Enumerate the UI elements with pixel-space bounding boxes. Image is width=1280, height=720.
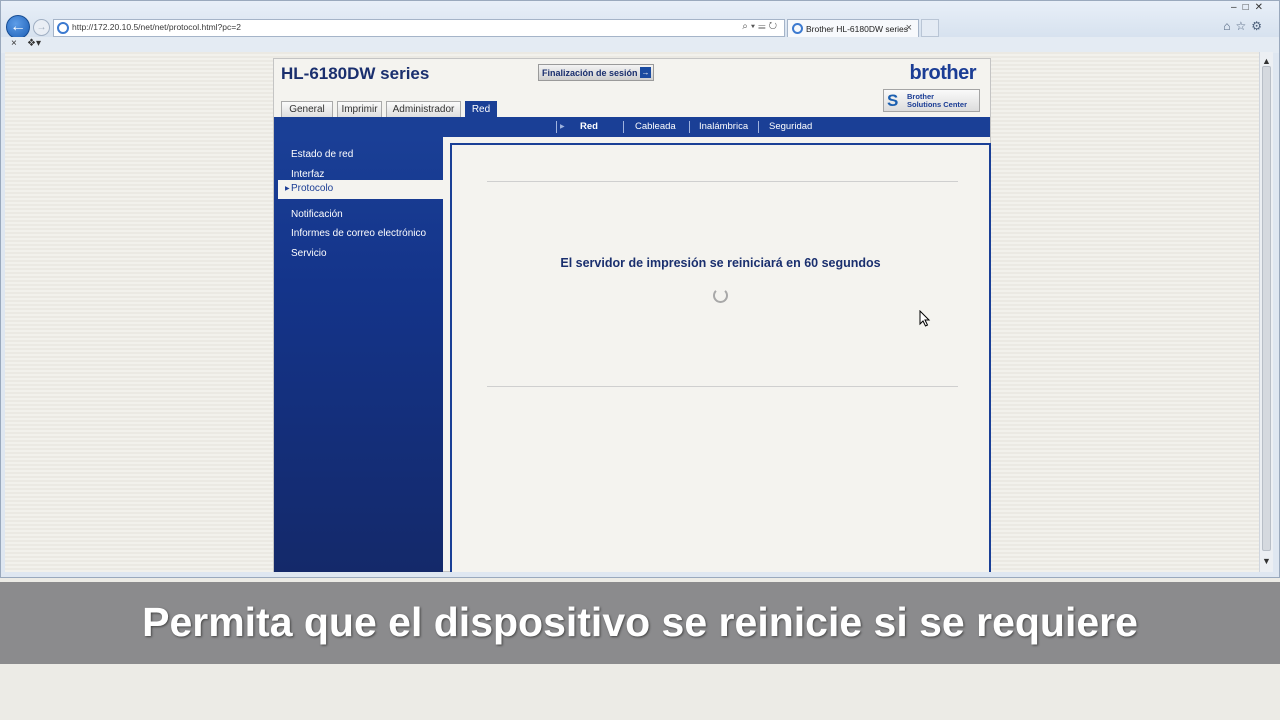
content-divider bbox=[487, 181, 958, 182]
forward-button[interactable]: → bbox=[33, 19, 50, 36]
home-icon[interactable]: ⌂ bbox=[1223, 19, 1235, 33]
close-window-icon[interactable]: ✕ bbox=[1255, 2, 1269, 13]
tab-title: Brother HL-6180DW series bbox=[806, 24, 909, 34]
command-bar: × ❖▾ bbox=[1, 37, 1279, 53]
sub-navigation: ▶ Red Cableada Inalámbrica Seguridad bbox=[274, 117, 990, 137]
solutions-label: Brother Solutions Center bbox=[907, 93, 967, 109]
brother-web-page: HL-6180DW series Finalización de sesión … bbox=[273, 58, 991, 572]
logout-label: Finalización de sesión bbox=[542, 68, 638, 78]
vertical-scrollbar[interactable]: ▲ ▼ bbox=[1259, 52, 1273, 572]
scroll-thumb[interactable] bbox=[1262, 66, 1271, 551]
sidebar-item-servicio[interactable]: Servicio bbox=[291, 248, 327, 259]
sidebar-item-estado-de-red[interactable]: Estado de red bbox=[291, 149, 353, 160]
subnav-cableada[interactable]: Cableada bbox=[635, 121, 676, 132]
browser-toolbar: ← → http://172.20.10.5/net/net/protocol.… bbox=[1, 1, 1279, 39]
address-url[interactable]: http://172.20.10.5/net/net/protocol.html… bbox=[72, 22, 241, 32]
addon-icon[interactable]: ❖▾ bbox=[27, 38, 41, 49]
new-tab-button[interactable] bbox=[921, 19, 939, 37]
tab-imprimir[interactable]: Imprimir bbox=[337, 101, 382, 118]
brother-logo: brother bbox=[909, 62, 977, 84]
sidebar-item-protocolo[interactable]: Protocolo bbox=[291, 183, 333, 194]
back-button[interactable]: ← bbox=[6, 15, 30, 39]
tab-close-icon[interactable]: × bbox=[906, 22, 912, 34]
ie-favicon-icon bbox=[57, 22, 69, 34]
solutions-label-line2: Solutions Center bbox=[907, 100, 968, 109]
subnav-separator bbox=[556, 121, 557, 133]
sidebar-current-arrow-icon: ▶ bbox=[285, 186, 290, 192]
scroll-down-icon[interactable]: ▼ bbox=[1262, 556, 1271, 566]
page-viewport: HL-6180DW series Finalización de sesión … bbox=[5, 52, 1259, 572]
sidebar-item-notificacion[interactable]: Notificación bbox=[291, 209, 343, 220]
mouse-cursor-icon bbox=[919, 310, 931, 327]
window-controls[interactable]: –□✕ bbox=[1231, 2, 1269, 13]
logout-arrow-icon: → bbox=[640, 67, 651, 78]
maximize-icon[interactable]: □ bbox=[1243, 2, 1255, 13]
address-controls[interactable]: ⌕▾☰↻ bbox=[742, 21, 780, 32]
solutions-s-icon: S bbox=[887, 91, 899, 110]
sidebar-item-interfaz[interactable]: Interfaz bbox=[291, 169, 324, 180]
tab-red[interactable]: Red bbox=[465, 101, 497, 118]
refresh-icon[interactable]: ↻ bbox=[769, 21, 780, 32]
subnav-current-arrow-icon: ▶ bbox=[560, 124, 565, 130]
subnav-separator bbox=[689, 121, 690, 133]
restart-message: El servidor de impresión se reiniciará e… bbox=[560, 256, 881, 270]
back-arrow-icon: ← bbox=[10, 18, 26, 35]
browser-right-icons: ⌂☆⚙ bbox=[1223, 19, 1267, 33]
address-bar[interactable]: http://172.20.10.5/net/net/protocol.html… bbox=[53, 19, 785, 37]
minimize-icon[interactable]: – bbox=[1231, 2, 1243, 13]
caption-text: Permita que el dispositivo se reinicie s… bbox=[142, 599, 1138, 645]
search-icon[interactable]: ⌕ bbox=[742, 21, 751, 32]
loading-spinner-icon bbox=[713, 288, 728, 303]
subnav-seguridad[interactable]: Seguridad bbox=[769, 121, 812, 132]
browser-tab[interactable]: Brother HL-6180DW series × bbox=[787, 19, 919, 38]
logout-button[interactable]: Finalización de sesión → bbox=[538, 64, 654, 81]
forward-arrow-icon: → bbox=[36, 22, 47, 33]
close-bar-icon[interactable]: × bbox=[11, 38, 17, 49]
subnav-inalambrica[interactable]: Inalámbrica bbox=[699, 121, 748, 132]
subnav-red[interactable]: Red bbox=[580, 121, 598, 132]
gear-icon[interactable]: ⚙ bbox=[1251, 19, 1267, 33]
content-divider bbox=[487, 386, 958, 387]
star-icon[interactable]: ☆ bbox=[1235, 19, 1251, 33]
tab-general[interactable]: General bbox=[281, 101, 333, 118]
subnav-separator bbox=[623, 121, 624, 133]
sidebar-item-informes-correo[interactable]: Informes de correo electrónico bbox=[291, 228, 426, 239]
content-panel: El servidor de impresión se reiniciará e… bbox=[450, 143, 991, 572]
compat-icon[interactable]: ☰ bbox=[758, 21, 769, 32]
tab-favicon-icon bbox=[792, 23, 803, 34]
model-title: HL-6180DW series bbox=[281, 64, 430, 83]
sidebar-menu: Estado de red Interfaz ▶ Protocolo Notif… bbox=[274, 137, 443, 572]
tab-administrador[interactable]: Administrador bbox=[386, 101, 461, 118]
scroll-up-icon[interactable]: ▲ bbox=[1262, 56, 1271, 66]
subnav-separator bbox=[758, 121, 759, 133]
solutions-center-button[interactable]: S Brother Solutions Center bbox=[883, 89, 980, 112]
caption-banner: Permita que el dispositivo se reinicie s… bbox=[0, 582, 1280, 664]
